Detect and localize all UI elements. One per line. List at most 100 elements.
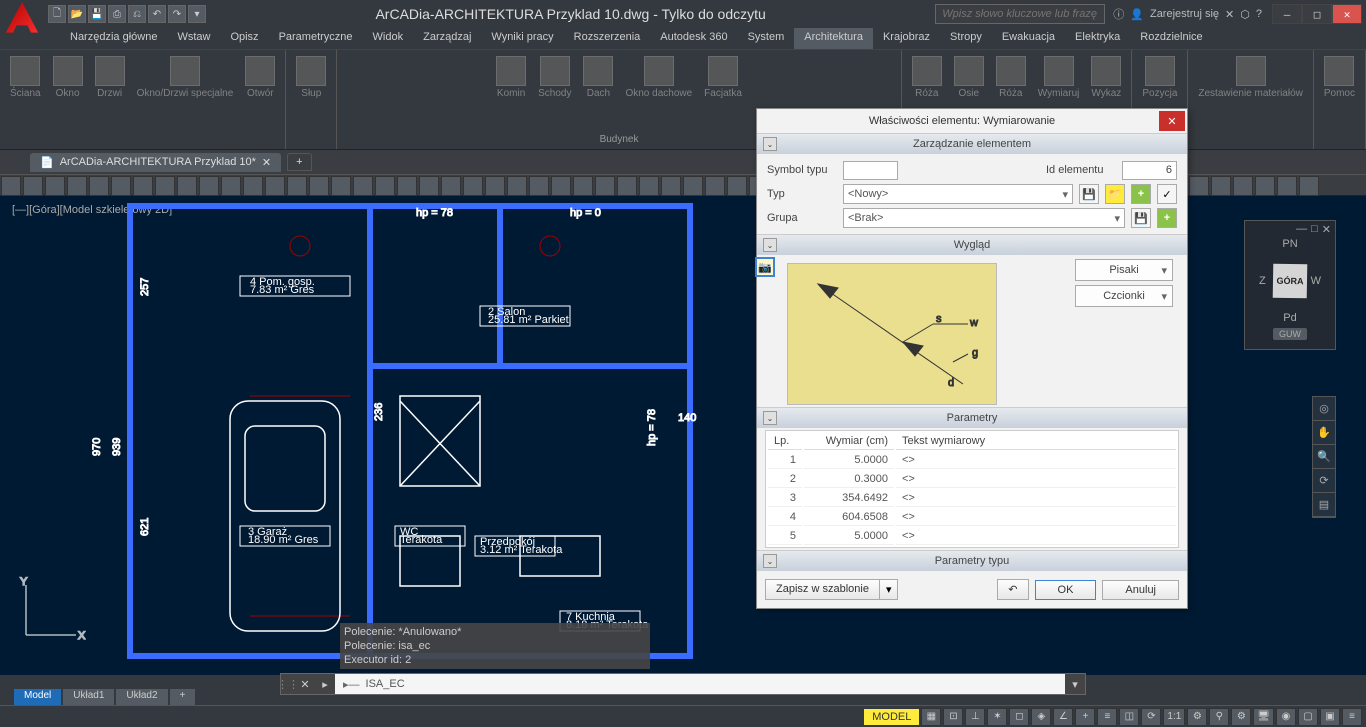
tab-system[interactable]: System (738, 28, 795, 49)
status-ortho-icon[interactable]: ⊥ (965, 708, 985, 726)
tool-icon[interactable] (1255, 176, 1275, 196)
btn-cancel[interactable]: Anuluj (1102, 580, 1179, 600)
btn-sciana[interactable]: Ściana (6, 54, 45, 101)
tab-rozdzielnice[interactable]: Rozdzielnice (1130, 28, 1212, 49)
viewcube[interactable]: —□✕ PN Z GÓRA W Pd GUW (1244, 220, 1336, 350)
btn-pomoc[interactable]: Pomoc (1320, 54, 1359, 101)
tool-icon[interactable] (1, 176, 21, 196)
vc-close-icon[interactable]: ✕ (1322, 223, 1331, 236)
command-line[interactable]: ⋮⋮ ✕ ▸ ▸— ISA_EC ▾ (280, 673, 1086, 695)
tool-icon[interactable] (551, 176, 571, 196)
tab-narzedzia[interactable]: Narzędzia główne (60, 28, 167, 49)
btn-osie[interactable]: Osie (950, 54, 988, 101)
btn-typ-folder-icon[interactable]: 📁 (1105, 184, 1125, 204)
nav-wheel-icon[interactable]: ◎ (1313, 397, 1335, 421)
signin-link[interactable]: Zarejestruj się (1150, 8, 1219, 20)
btn-dach[interactable]: Dach (579, 54, 617, 101)
nav-zoom-icon[interactable]: 🔍 (1313, 445, 1335, 469)
btn-czcionki[interactable]: Czcionki (1075, 285, 1173, 307)
tool-icon[interactable] (397, 176, 417, 196)
tool-icon[interactable] (705, 176, 725, 196)
tab-ewakuacja[interactable]: Ewakuacja (992, 28, 1065, 49)
vc-face-top[interactable]: GÓRA (1273, 264, 1308, 299)
chevron-icon[interactable]: ⌄ (763, 137, 777, 151)
tool-icon[interactable] (1277, 176, 1297, 196)
cmdline-recent-icon[interactable]: ▸ (315, 674, 335, 694)
tab-autodesk360[interactable]: Autodesk 360 (650, 28, 737, 49)
tab-wyniki[interactable]: Wyniki pracy (481, 28, 563, 49)
cmdline-options-icon[interactable]: ▾ (1065, 674, 1085, 694)
status-grid-icon[interactable]: ▦ (921, 708, 941, 726)
dropdown-grupa[interactable]: <Brak> (843, 208, 1125, 228)
btn-drzwi[interactable]: Drzwi (91, 54, 129, 101)
tool-icon[interactable] (441, 176, 461, 196)
tab-zarzadzaj[interactable]: Zarządzaj (413, 28, 481, 49)
tool-icon[interactable] (177, 176, 197, 196)
minimize-button[interactable]: — (1272, 4, 1302, 24)
tool-icon[interactable] (1299, 176, 1319, 196)
status-lwt-icon[interactable]: ≡ (1097, 708, 1117, 726)
btn-otwor[interactable]: Otwór (241, 54, 279, 101)
tool-icon[interactable] (199, 176, 219, 196)
btn-slup[interactable]: Słup (292, 54, 330, 101)
status-iso-icon[interactable]: ▢ (1298, 708, 1318, 726)
tool-icon[interactable] (133, 176, 153, 196)
btn-wymiaruj[interactable]: Wymiaruj (1034, 54, 1084, 101)
status-polar-icon[interactable]: ✶ (987, 708, 1007, 726)
btn-pisaki[interactable]: Pisaki (1075, 259, 1173, 281)
btn-grupa-save-icon[interactable]: 💾 (1131, 208, 1151, 228)
input-symbol-typu[interactable] (843, 161, 898, 180)
tool-icon[interactable] (1189, 176, 1209, 196)
status-gear-icon[interactable]: ⚙ (1187, 708, 1207, 726)
btn-zestawienie[interactable]: Zestawienie materiałów (1194, 54, 1307, 101)
tab-architektura[interactable]: Architektura (794, 28, 873, 49)
status-transparency-icon[interactable]: ◫ (1119, 708, 1139, 726)
btn-typ-save-icon[interactable]: 💾 (1079, 184, 1099, 204)
qat-undo-icon[interactable]: ↶ (148, 5, 166, 23)
tool-icon[interactable] (221, 176, 241, 196)
tool-icon[interactable] (463, 176, 483, 196)
status-cycling-icon[interactable]: ⟳ (1141, 708, 1161, 726)
chevron-icon[interactable]: ⌄ (763, 238, 777, 252)
tool-icon[interactable] (485, 176, 505, 196)
status-clean-icon[interactable]: ▣ (1320, 708, 1340, 726)
doc-tab-new[interactable]: + (287, 153, 311, 171)
tool-icon[interactable] (507, 176, 527, 196)
camera-icon[interactable]: 📷 (755, 257, 775, 277)
tool-icon[interactable] (155, 176, 175, 196)
status-hw-icon[interactable]: ◉ (1276, 708, 1296, 726)
btn-roza2[interactable]: Róża (992, 54, 1030, 101)
tool-icon[interactable] (419, 176, 439, 196)
qat-saveas-icon[interactable]: ⎙ (108, 5, 126, 23)
qat-more-icon[interactable]: ▾ (188, 5, 206, 23)
status-3dosnap-icon[interactable]: ◈ (1031, 708, 1051, 726)
status-annoscale-icon[interactable]: ⚲ (1209, 708, 1229, 726)
btn-wykaz[interactable]: Wykaz (1087, 54, 1125, 101)
tab-opisz[interactable]: Opisz (220, 28, 268, 49)
ucs-icon[interactable]: XY (16, 575, 86, 645)
cloud-icon[interactable]: ⬡ (1240, 8, 1250, 21)
btn-schody[interactable]: Schody (534, 54, 575, 101)
qat-redo-icon[interactable]: ↷ (168, 5, 186, 23)
chevron-icon[interactable]: ⌄ (763, 411, 777, 425)
tool-icon[interactable] (529, 176, 549, 196)
vc-min-icon[interactable]: — (1296, 223, 1307, 236)
tab-rozszerzenia[interactable]: Rozszerzenia (564, 28, 651, 49)
status-dyn-icon[interactable]: + (1075, 708, 1095, 726)
btn-typ-check-icon[interactable]: ✓ (1157, 184, 1177, 204)
status-otrack-icon[interactable]: ∠ (1053, 708, 1073, 726)
qat-save-icon[interactable]: 💾 (88, 5, 106, 23)
tool-icon[interactable] (375, 176, 395, 196)
status-model[interactable]: MODEL (864, 709, 919, 725)
dialog-close-button[interactable]: ✕ (1159, 111, 1185, 131)
btn-undo[interactable]: ↶ (997, 579, 1028, 600)
tool-icon[interactable] (595, 176, 615, 196)
help-icon[interactable]: ? (1256, 8, 1262, 20)
tab-krajobraz[interactable]: Krajobraz (873, 28, 940, 49)
btn-ok[interactable]: OK (1035, 580, 1097, 600)
tool-icon[interactable] (353, 176, 373, 196)
maximize-button[interactable]: □ (1302, 4, 1332, 24)
qat-open-icon[interactable]: 📂 (68, 5, 86, 23)
nav-orbit-icon[interactable]: ⟳ (1313, 469, 1335, 493)
chevron-icon[interactable]: ⌄ (763, 554, 777, 568)
